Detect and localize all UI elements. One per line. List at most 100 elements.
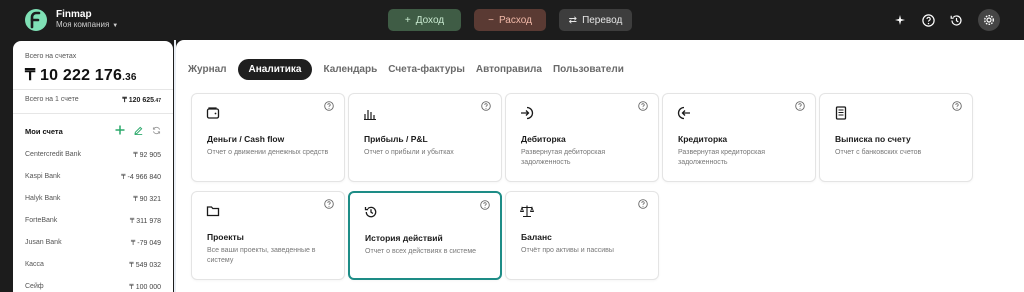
accounts-sidebar: Всего на счетах ₸ 10 222 176.36 Всего на…: [13, 41, 173, 292]
report-description: Развернутая кредиторская задолженность: [678, 149, 766, 166]
company-selector[interactable]: Моя компания ▼: [56, 20, 118, 29]
per-account-row: Всего на 1 счете ₸ 120 625.47: [25, 96, 161, 104]
history-icon: [364, 206, 377, 218]
report-description: Отчет о движении денежных средств: [207, 149, 329, 156]
account-balance: ₸ 549 032: [129, 262, 161, 269]
help-circle-icon[interactable]: [952, 101, 962, 111]
account-balance: ₸ 92 905: [133, 152, 161, 159]
help-circle-icon[interactable]: [324, 101, 334, 111]
account-name: Kaspi Bank: [25, 173, 61, 180]
report-title: Баланс: [521, 232, 552, 242]
tab-invoices[interactable]: Счета-фактуры: [388, 64, 465, 75]
finmap-logo-icon[interactable]: [24, 8, 48, 32]
transfer-label: Перевод: [582, 14, 623, 26]
help-circle-icon[interactable]: [324, 199, 334, 209]
wallet-icon: [206, 107, 220, 119]
account-name: Сейф: [25, 283, 44, 290]
report-description: Отчёт про активы и пассивы: [521, 247, 614, 254]
add-transfer-button[interactable]: ⇄ Перевод: [559, 9, 632, 31]
magic-wand-button[interactable]: [891, 11, 909, 29]
top-bar: Finmap Моя компания ▼ + Доход − Расход ⇄ …: [0, 0, 1024, 40]
chevron-down-icon: ▼: [112, 23, 119, 29]
divider: [13, 89, 173, 90]
account-row[interactable]: ForteBank ₸ 311 978: [25, 217, 161, 225]
account-row[interactable]: Сейф ₸ 100 000: [25, 283, 161, 291]
plus-icon: +: [404, 14, 411, 26]
account-balance: ₸ 100 000: [129, 284, 161, 291]
report-description: Отчет с банковских счетов: [835, 149, 922, 156]
account-row[interactable]: Касса ₸ 549 032: [25, 261, 161, 269]
report-card-cashflow[interactable]: Деньги / Cash flow Отчет о движении денеж…: [191, 93, 345, 182]
add-account-plus-icon[interactable]: [115, 125, 125, 135]
account-row[interactable]: Centercredit Bank ₸ 92 905: [25, 151, 161, 159]
help-circle-icon[interactable]: [481, 101, 491, 111]
report-card-action-history[interactable]: История действий Отчет о всех действиях в…: [348, 191, 502, 280]
report-description: Развернутая дебиторская задолженность: [521, 149, 606, 166]
account-name: ForteBank: [25, 217, 58, 224]
tab-users[interactable]: Пользователи: [553, 64, 624, 75]
help-circle-icon[interactable]: [638, 199, 648, 209]
per-account-value: ₸ 120 625.47: [122, 96, 161, 104]
folder-icon: [206, 206, 220, 217]
account-name: Centercredit Bank: [25, 151, 82, 158]
settings-button[interactable]: [978, 9, 1000, 31]
report-card-projects[interactable]: Проекты Все ваши проекты, заведенные в си…: [191, 191, 345, 280]
total-balance-main: ₸ 10 222 176: [25, 67, 123, 84]
tab-calendar[interactable]: Календарь: [323, 64, 377, 75]
report-card-bank-statement[interactable]: Выписка по счету Отчет с банковских счето…: [819, 93, 973, 182]
analytics-panel: Журнал Аналитика Календарь Счета-фактуры Авт…: [176, 40, 1024, 292]
report-title: Прибыль / P&L: [364, 134, 428, 144]
report-card-pnl[interactable]: Прибыль / P&L Отчет о прибыли и убытках: [348, 93, 502, 182]
report-title: История действий: [365, 233, 443, 243]
report-title: Выписка по счету: [835, 134, 911, 144]
add-income-button[interactable]: + Доход: [388, 9, 461, 31]
account-row[interactable]: Kaspi Bank ₸ -4 966 840: [25, 173, 161, 181]
accounts-title: Мои счета: [25, 127, 63, 136]
question-icon: [921, 13, 935, 27]
account-name: Касса: [25, 261, 44, 268]
report-description: Отчет о прибыли и убытках: [364, 149, 454, 156]
history-button[interactable]: [947, 11, 965, 29]
help-button[interactable]: [919, 11, 937, 29]
gear-icon: [983, 14, 995, 26]
expense-label: Расход: [498, 14, 532, 26]
help-circle-icon[interactable]: [795, 101, 805, 111]
help-circle-icon[interactable]: [480, 200, 490, 210]
account-row[interactable]: Jusan Bank ₸ -79 049: [25, 239, 161, 247]
report-title: Деньги / Cash flow: [207, 134, 285, 144]
edit-pencil-icon[interactable]: [134, 126, 143, 135]
swap-icon: ⇄: [568, 14, 578, 26]
arrow-out-circle-icon: [677, 106, 690, 120]
report-card-receivables[interactable]: Дебиторка Развернутая дебиторская задолже…: [505, 93, 659, 182]
bar-chart-icon: [364, 110, 376, 120]
app-name: Finmap: [56, 9, 92, 20]
report-title: Кредиторка: [678, 134, 728, 144]
document-icon: [835, 106, 847, 120]
report-card-payables[interactable]: Кредиторка Развернутая кредиторская задол…: [662, 93, 816, 182]
arrow-in-circle-icon: [521, 106, 534, 120]
accounts-toolbar: [115, 125, 161, 135]
account-name: Jusan Bank: [25, 239, 62, 246]
minus-icon: −: [488, 14, 494, 26]
report-card-balance[interactable]: Баланс Отчёт про активы и пассивы: [505, 191, 659, 280]
total-label: Всего на счетах: [25, 53, 77, 60]
account-name: Halyk Bank: [25, 195, 61, 202]
total-balance: ₸ 10 222 176.36: [25, 65, 137, 85]
scales-icon: [520, 205, 534, 218]
company-name: Моя компания: [56, 20, 110, 29]
per-account-main: ₸ 120 625: [122, 97, 155, 104]
report-description: Все ваши проекты, заведенные в систему: [207, 247, 316, 264]
tab-bar: Журнал Аналитика Календарь Счета-фактуры Авт…: [188, 59, 624, 80]
account-balance: ₸ 311 978: [129, 218, 161, 225]
account-row[interactable]: Halyk Bank ₸ 90 321: [25, 195, 161, 203]
help-circle-icon[interactable]: [638, 101, 648, 111]
divider: [13, 113, 173, 114]
per-account-label: Всего на 1 счете: [25, 96, 79, 103]
per-account-cents: .47: [154, 98, 161, 104]
tab-journal[interactable]: Журнал: [188, 64, 227, 75]
history-icon: [950, 14, 962, 26]
tab-autorules[interactable]: Автоправила: [476, 64, 542, 75]
add-expense-button[interactable]: − Расход: [474, 9, 546, 31]
refresh-icon[interactable]: [152, 126, 161, 135]
tab-analytics[interactable]: Аналитика: [237, 59, 313, 80]
